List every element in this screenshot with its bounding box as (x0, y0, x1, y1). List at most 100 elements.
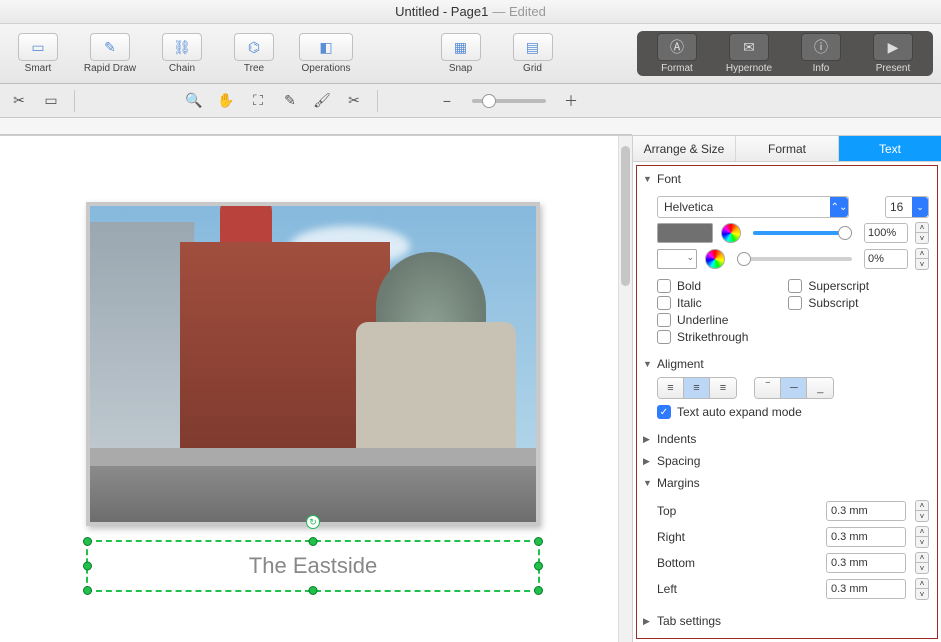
format-icon: Ⓐ (657, 33, 697, 61)
resize-handle[interactable] (534, 537, 543, 546)
section-margins-header[interactable]: ▼Margins (641, 472, 933, 494)
font-family-select[interactable]: Helvetica⌃⌄ (657, 196, 849, 218)
snap-button[interactable]: ▦Snap (431, 33, 491, 74)
scrollbar-thumb[interactable] (621, 146, 630, 286)
resize-handle[interactable] (309, 586, 318, 595)
resize-handle[interactable] (534, 562, 543, 571)
superscript-checkbox[interactable] (788, 279, 802, 293)
title-bar: Untitled - Page1 — Edited (0, 0, 941, 24)
step-down-icon[interactable]: ˅ (915, 233, 929, 244)
tab-text[interactable]: Text (839, 136, 941, 161)
eyedropper-icon[interactable]: ✎ (277, 90, 303, 112)
step-down-icon[interactable]: ˅ (915, 589, 929, 600)
strikethrough-checkbox[interactable] (657, 330, 671, 344)
step-up-icon[interactable]: ˄ (915, 526, 929, 537)
slider-thumb[interactable] (737, 252, 751, 266)
align-center-button[interactable]: ≡ (684, 378, 710, 398)
color-picker-icon[interactable] (721, 223, 741, 243)
format-button[interactable]: ⒶFormat (647, 33, 707, 74)
resize-handle[interactable] (83, 562, 92, 571)
resize-handle[interactable] (534, 586, 543, 595)
section-tab-settings-header[interactable]: ▶Tab settings (641, 610, 933, 632)
subscript-checkbox[interactable] (788, 296, 802, 310)
slider-thumb[interactable] (838, 226, 852, 240)
section-alignment-header[interactable]: ▼Aligment (641, 353, 933, 375)
rotate-handle[interactable] (306, 515, 320, 529)
fill-opacity-slider[interactable] (737, 257, 852, 261)
step-up-icon[interactable]: ˄ (915, 552, 929, 563)
chevron-down-icon: ⌄ (912, 197, 928, 217)
resize-handle[interactable] (83, 537, 92, 546)
underline-checkbox[interactable] (657, 313, 671, 327)
zoom-out-button[interactable]: − (434, 90, 460, 112)
align-left-button[interactable]: ≡ (658, 378, 684, 398)
zoom-slider-thumb[interactable] (482, 94, 496, 108)
margin-top-input[interactable]: 0.3 mm (826, 501, 906, 521)
step-down-icon[interactable]: ˅ (915, 563, 929, 574)
fill-opacity-value[interactable]: 0% (864, 249, 908, 269)
section-font-body: Helvetica⌃⌄ 16⌄ 100% ˄˅ ⌄ (641, 190, 933, 353)
auto-expand-checkbox[interactable]: ✓ (657, 405, 671, 419)
align-right-button[interactable]: ≡ (710, 378, 736, 398)
step-up-icon[interactable]: ˄ (915, 248, 929, 259)
margin-left-input[interactable]: 0.3 mm (826, 579, 906, 599)
brush-icon[interactable]: 🖌 (309, 90, 335, 112)
rapid-draw-button[interactable]: ✎Rapid Draw (80, 33, 140, 74)
color-picker-icon[interactable] (705, 249, 725, 269)
scissors-icon[interactable]: ✂ (6, 90, 32, 112)
text-color-swatch[interactable] (657, 223, 713, 243)
chain-button[interactable]: ⛓Chain (152, 33, 212, 74)
section-spacing-header[interactable]: ▶Spacing (641, 450, 933, 472)
fill-color-swatch[interactable]: ⌄ (657, 249, 697, 269)
margin-bottom-input[interactable]: 0.3 mm (826, 553, 906, 573)
resize-handle[interactable] (309, 537, 318, 546)
smart-button[interactable]: ▭Smart (8, 33, 68, 74)
hypernote-button[interactable]: ✉Hypernote (719, 33, 779, 74)
crop-icon[interactable]: ✂ (341, 90, 367, 112)
stamp-icon[interactable]: ⛶ (245, 90, 271, 112)
step-down-icon[interactable]: ˅ (915, 259, 929, 270)
step-up-icon[interactable]: ˄ (915, 222, 929, 233)
magnifier-icon[interactable]: 🔍 (181, 90, 207, 112)
step-down-icon[interactable]: ˅ (915, 537, 929, 548)
tab-arrange-size[interactable]: Arrange & Size (633, 136, 736, 161)
step-up-icon[interactable]: ˄ (915, 500, 929, 511)
text-opacity-value[interactable]: 100% (864, 223, 908, 243)
zoom-in-button[interactable]: ＋ (558, 90, 584, 112)
italic-checkbox[interactable] (657, 296, 671, 310)
stepper[interactable]: ˄˅ (915, 578, 929, 600)
font-size-input[interactable]: 16⌄ (885, 196, 929, 218)
step-down-icon[interactable]: ˅ (915, 511, 929, 522)
stepper[interactable]: ˄˅ (915, 500, 929, 522)
tab-format[interactable]: Format (736, 136, 839, 161)
margin-left-row: Left 0.3 mm ˄˅ (657, 578, 929, 600)
info-button[interactable]: ⓘInfo (791, 33, 851, 74)
stepper[interactable]: ˄˅ (915, 248, 929, 270)
align-middle-button[interactable]: ─ (781, 378, 807, 398)
bold-checkbox[interactable] (657, 279, 671, 293)
image-object[interactable] (86, 202, 540, 526)
caption-text-box[interactable]: The Eastside (86, 540, 540, 592)
text-opacity-slider[interactable] (753, 231, 852, 235)
tree-button[interactable]: ⌬Tree (224, 33, 284, 74)
stepper[interactable]: ˄˅ (915, 552, 929, 574)
resize-handle[interactable] (83, 586, 92, 595)
inspector-tabs: Arrange & Size Format Text (633, 136, 941, 162)
align-top-button[interactable]: ‾ (755, 378, 781, 398)
section-font-header[interactable]: ▼Font (641, 168, 933, 190)
operations-button[interactable]: ◧Operations (296, 33, 356, 74)
grid-button[interactable]: ▤Grid (503, 33, 563, 74)
present-button[interactable]: ▶Present (863, 33, 923, 74)
hand-icon[interactable]: ✋ (213, 90, 239, 112)
step-up-icon[interactable]: ˄ (915, 578, 929, 589)
stepper[interactable]: ˄˅ (915, 526, 929, 548)
align-bottom-button[interactable]: _ (807, 378, 833, 398)
select-rect-icon[interactable]: ▭ (38, 90, 64, 112)
canvas[interactable]: The Eastside (0, 136, 632, 642)
stepper[interactable]: ˄˅ (915, 222, 929, 244)
margin-right-input[interactable]: 0.3 mm (826, 527, 906, 547)
zoom-slider[interactable] (472, 99, 546, 103)
canvas-vertical-scrollbar[interactable] (618, 136, 632, 642)
caption-text[interactable]: The Eastside (249, 553, 377, 579)
section-indents-header[interactable]: ▶Indents (641, 428, 933, 450)
